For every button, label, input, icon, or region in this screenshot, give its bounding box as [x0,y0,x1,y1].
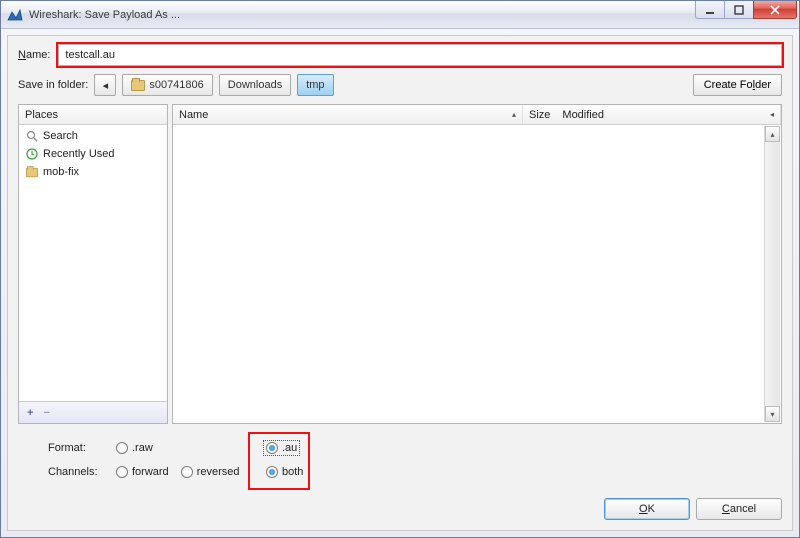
radio-dot-icon [266,442,278,454]
places-item-label: mob-fix [43,166,79,178]
format-au-group: .au [264,441,344,455]
recent-icon [25,147,39,161]
format-row: Format: .raw .au [48,436,782,460]
options-area: Format: .raw .au Channels: [18,432,782,484]
titlebar: Wireshark: Save Payload As ... [1,1,799,29]
radio-label: .au [282,442,297,454]
cancel-button[interactable]: Cancel [696,498,782,520]
breadcrumb-label: tmp [306,79,324,91]
scrollbar[interactable]: ▴ ▾ [764,126,780,422]
radio-both[interactable]: both [264,465,305,479]
places-item-search[interactable]: Search [19,127,167,145]
places-footer: + − [19,401,167,423]
radio-label: both [282,466,303,478]
breadcrumb-label: s00741806 [149,79,203,91]
name-row: Name: testcall.au [18,44,782,66]
scroll-up-icon[interactable]: ▴ [765,126,780,142]
file-list-header: Name ▴ Size Modified ◂ [173,105,781,125]
radio-dot-icon [116,466,128,478]
col-size[interactable]: Size [523,105,556,124]
search-icon [25,129,39,143]
col-modified[interactable]: Modified ◂ [556,105,781,124]
places-item-label: Search [43,130,78,142]
save-in-folder-label: Save in folder: [18,79,88,91]
breadcrumb-tmp[interactable]: tmp [297,74,333,96]
close-button[interactable] [753,1,797,19]
wireshark-icon [7,7,23,23]
breadcrumb-downloads[interactable]: Downloads [219,74,291,96]
breadcrumb-s00741806[interactable]: s00741806 [122,74,212,96]
file-browser: Places Search Recently Used [18,104,782,424]
radio-label: forward [132,466,169,478]
radio-dot-icon [116,442,128,454]
breadcrumb-label: Downloads [228,79,282,91]
radio-au[interactable]: .au [264,441,299,455]
radio-raw[interactable]: .raw [114,441,155,455]
folder-icon [25,165,39,179]
places-item-label: Recently Used [43,148,115,160]
window-buttons [696,1,797,19]
places-remove-button[interactable]: − [43,407,49,419]
channels-row: Channels: forward reversed both [48,460,782,484]
radio-label: .raw [132,442,153,454]
path-back-button[interactable]: ◂ [94,74,116,96]
maximize-button[interactable] [724,1,754,19]
radio-label: reversed [197,466,240,478]
sort-indicator-icon: ▴ [512,110,516,119]
channels-both-group: both [264,465,344,479]
minimize-button[interactable] [695,1,725,19]
places-item-mobfix[interactable]: mob-fix [19,163,167,181]
folder-icon [131,80,145,91]
file-list-pane: Name ▴ Size Modified ◂ ▴ ▾ [172,104,782,424]
places-item-recent[interactable]: Recently Used [19,145,167,163]
places-header[interactable]: Places [19,105,167,125]
channels-label: Channels: [48,466,104,478]
scroll-down-icon[interactable]: ▾ [765,406,780,422]
format-raw-group: .raw [114,441,254,455]
radio-dot-icon [181,466,193,478]
name-input-value: testcall.au [65,49,115,61]
client-area: Name: testcall.au Save in folder: ◂ s007… [7,35,793,531]
name-label: Name: [18,49,50,61]
places-body: Search Recently Used mob-fix [19,125,167,401]
create-folder-button[interactable]: Create Folder [693,74,782,96]
save-in-folder-row: Save in folder: ◂ s00741806 Downloads tm… [18,74,782,96]
file-list-body[interactable] [173,125,781,423]
dialog-buttons: OK Cancel [18,492,782,520]
channels-fwd-rev-group: forward reversed [114,465,254,479]
places-add-button[interactable]: + [27,407,33,419]
ok-button[interactable]: OK [604,498,690,520]
radio-forward[interactable]: forward [114,465,171,479]
places-header-label: Places [19,105,167,124]
col-right-arrow-icon: ◂ [770,110,774,119]
places-pane: Places Search Recently Used [18,104,168,424]
radio-reversed[interactable]: reversed [179,465,242,479]
window-title: Wireshark: Save Payload As ... [29,9,180,21]
save-dialog-window: Wireshark: Save Payload As ... Name: tes… [0,0,800,538]
radio-dot-icon [266,466,278,478]
col-name[interactable]: Name ▴ [173,105,523,124]
name-input[interactable]: testcall.au [58,44,782,66]
format-label: Format: [48,442,104,454]
